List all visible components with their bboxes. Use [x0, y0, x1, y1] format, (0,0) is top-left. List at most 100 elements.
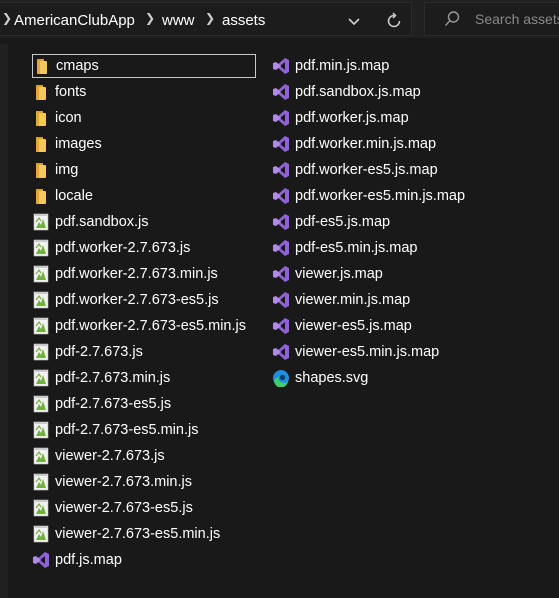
js-file-icon — [32, 213, 50, 231]
search-icon — [444, 11, 460, 26]
map-file-icon — [272, 265, 290, 283]
breadcrumb-item-americanclubapp[interactable]: AmericanClubApp — [14, 12, 135, 29]
js-file-icon — [32, 421, 50, 439]
file-item-label: pdf.worker-2.7.673-es5.min.js — [55, 318, 246, 334]
file-item-label: img — [55, 162, 79, 178]
file-item-label: pdf.worker-es5.js.map — [295, 162, 438, 178]
file-item-pdf-worker-min-js-map[interactable]: pdf.worker.min.js.map — [272, 132, 512, 156]
file-item-label: viewer-es5.js.map — [295, 318, 412, 334]
file-item-pdf-sandbox-js-map[interactable]: pdf.sandbox.js.map — [272, 80, 512, 104]
map-file-icon — [272, 57, 290, 75]
folder-icon — [32, 161, 50, 179]
search-placeholder[interactable]: Search assets — [475, 11, 559, 27]
js-file-icon — [32, 239, 50, 257]
file-item-label: pdf.worker-2.7.673.js — [55, 240, 191, 256]
file-item-pdf-worker-es5-js-map[interactable]: pdf.worker-es5.js.map — [272, 158, 512, 182]
file-item-viewer-es5-min-js-map[interactable]: viewer-es5.min.js.map — [272, 340, 512, 364]
file-item-label: pdf-2.7.673-es5.js — [55, 396, 172, 412]
file-item-label: viewer-es5.min.js.map — [295, 344, 440, 360]
breadcrumb-item-www[interactable]: www — [162, 12, 195, 29]
file-item-icon[interactable]: icon — [32, 106, 256, 130]
file-item-viewer-js-map[interactable]: viewer.js.map — [272, 262, 512, 286]
address-bar-area: ❯ AmericanClubApp ❯ www ❯ assets Search … — [0, 0, 559, 38]
file-item-label: pdf.worker-2.7.673.min.js — [55, 266, 218, 282]
file-item-pdf-worker-js-map[interactable]: pdf.worker.js.map — [272, 106, 512, 130]
file-item-pdf-2-7-673-min-js[interactable]: pdf-2.7.673.min.js — [32, 366, 256, 390]
file-item-label: pdf.js.map — [55, 552, 122, 568]
file-item-pdf-es5-js-map[interactable]: pdf-es5.js.map — [272, 210, 512, 234]
file-item-label: pdf.sandbox.js.map — [295, 84, 421, 100]
file-item-pdf-2-7-673-js[interactable]: pdf-2.7.673.js — [32, 340, 256, 364]
file-item-label: viewer.js.map — [295, 266, 383, 282]
map-file-icon — [272, 109, 290, 127]
js-file-icon — [32, 291, 50, 309]
map-file-icon — [32, 551, 50, 569]
file-item-img[interactable]: img — [32, 158, 256, 182]
file-item-label: icon — [55, 110, 82, 126]
folder-icon — [32, 109, 50, 127]
file-item-viewer-2-7-673-es5-min-js[interactable]: viewer-2.7.673-es5.min.js — [32, 522, 256, 546]
file-item-pdf-worker-2-7-673-min-js[interactable]: pdf.worker-2.7.673.min.js — [32, 262, 256, 286]
js-file-icon — [32, 369, 50, 387]
file-item-pdf-worker-2-7-673-es5-min-js[interactable]: pdf.worker-2.7.673-es5.min.js — [32, 314, 256, 338]
file-item-images[interactable]: images — [32, 132, 256, 156]
chevron-right-icon[interactable]: ❯ — [205, 11, 215, 25]
file-item-label: cmaps — [56, 58, 99, 74]
file-item-viewer-2-7-673-min-js[interactable]: viewer-2.7.673.min.js — [32, 470, 256, 494]
edge-svg-icon — [272, 369, 290, 388]
file-item-label: fonts — [55, 84, 87, 100]
file-item-pdf-worker-2-7-673-es5-js[interactable]: pdf.worker-2.7.673-es5.js — [32, 288, 256, 312]
js-file-icon — [32, 265, 50, 283]
file-item-label: pdf-2.7.673-es5.min.js — [55, 422, 199, 438]
breadcrumb-item-assets[interactable]: assets — [222, 12, 265, 29]
map-file-icon — [272, 213, 290, 231]
js-file-icon — [32, 525, 50, 543]
file-item-label: pdf.worker-es5.min.js.map — [295, 188, 466, 204]
file-item-label: images — [55, 136, 102, 152]
file-item-viewer-es5-js-map[interactable]: viewer-es5.js.map — [272, 314, 512, 338]
map-file-icon — [272, 83, 290, 101]
file-item-label: pdf.min.js.map — [295, 58, 390, 74]
file-item-pdf-min-js-map[interactable]: pdf.min.js.map — [272, 54, 512, 78]
search-box[interactable]: Search assets — [424, 2, 559, 36]
folder-icon — [32, 83, 50, 101]
file-item-cmaps[interactable]: cmaps — [32, 54, 256, 78]
file-item-locale[interactable]: locale — [32, 184, 256, 208]
js-file-icon — [32, 447, 50, 465]
file-item-fonts[interactable]: fonts — [32, 80, 256, 104]
file-item-label: pdf-2.7.673.js — [55, 344, 143, 360]
file-item-viewer-2-7-673-es5-js[interactable]: viewer-2.7.673-es5.js — [32, 496, 256, 520]
navigation-pane-edge[interactable] — [0, 44, 8, 598]
file-item-label: pdf-2.7.673.min.js — [55, 370, 171, 386]
js-file-icon — [32, 395, 50, 413]
file-item-pdf-worker-2-7-673-js[interactable]: pdf.worker-2.7.673.js — [32, 236, 256, 260]
folder-icon — [32, 135, 50, 153]
address-bar[interactable]: ❯ AmericanClubApp ❯ www ❯ assets — [0, 2, 412, 36]
map-file-icon — [272, 161, 290, 179]
map-file-icon — [272, 135, 290, 153]
file-item-pdf-es5-min-js-map[interactable]: pdf-es5.min.js.map — [272, 236, 512, 260]
file-item-shapes-svg[interactable]: shapes.svg — [272, 366, 512, 390]
js-file-icon — [32, 317, 50, 335]
file-item-pdf-2-7-673-es5-js[interactable]: pdf-2.7.673-es5.js — [32, 392, 256, 416]
file-item-pdf-sandbox-js[interactable]: pdf.sandbox.js — [32, 210, 256, 234]
file-item-viewer-min-js-map[interactable]: viewer.min.js.map — [272, 288, 512, 312]
file-item-pdf-worker-es5-min-js-map[interactable]: pdf.worker-es5.min.js.map — [272, 184, 512, 208]
refresh-icon[interactable] — [384, 11, 404, 31]
js-file-icon — [32, 343, 50, 361]
file-item-label: viewer-2.7.673-es5.js — [55, 500, 193, 516]
chevron-down-icon[interactable] — [346, 13, 362, 29]
map-file-icon — [272, 239, 290, 257]
file-item-label: pdf-es5.js.map — [295, 214, 391, 230]
file-item-pdf-js-map[interactable]: pdf.js.map — [32, 548, 256, 572]
file-list: cmaps fonts icon images img locale pdf.sandbox… — [10, 44, 559, 598]
file-item-label: viewer.min.js.map — [295, 292, 411, 308]
chevron-right-icon[interactable]: ❯ — [2, 11, 12, 25]
chevron-right-icon[interactable]: ❯ — [145, 11, 155, 25]
file-item-viewer-2-7-673-js[interactable]: viewer-2.7.673.js — [32, 444, 256, 468]
map-file-icon — [272, 343, 290, 361]
folder-icon — [33, 57, 51, 75]
file-item-label: pdf-es5.min.js.map — [295, 240, 418, 256]
file-item-pdf-2-7-673-es5-min-js[interactable]: pdf-2.7.673-es5.min.js — [32, 418, 256, 442]
folder-icon — [32, 187, 50, 205]
